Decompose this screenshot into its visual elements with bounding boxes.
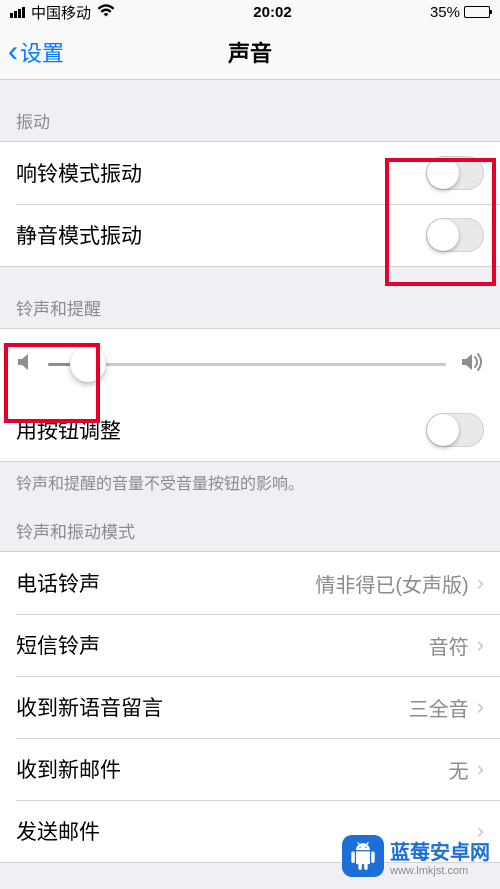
row-vibrate-on-silent[interactable]: 静音模式振动: [0, 204, 500, 266]
wifi-icon: [97, 4, 115, 21]
row-vibrate-on-ring[interactable]: 响铃模式振动: [0, 142, 500, 204]
cell-label: 静音模式振动: [16, 220, 426, 250]
row-change-with-buttons[interactable]: 用按钮调整: [0, 399, 500, 461]
page-title: 声音: [228, 36, 272, 68]
status-bar: 中国移动 20:02 35%: [0, 0, 500, 24]
cell-label: 收到新语音留言: [16, 692, 409, 722]
nav-bar: ‹ 设置 声音: [0, 24, 500, 80]
switch-change-with-buttons[interactable]: [426, 413, 484, 447]
row-new-voicemail[interactable]: 收到新语音留言 三全音 ›: [0, 676, 500, 738]
chevron-right-icon: ›: [477, 756, 484, 782]
volume-high-icon: [460, 352, 484, 377]
android-icon: [342, 835, 384, 877]
cell-value: 情非得已(女声版): [315, 569, 468, 598]
chevron-right-icon: ›: [477, 694, 484, 720]
volume-slider[interactable]: [48, 363, 446, 366]
cell-label: 响铃模式振动: [16, 158, 426, 188]
row-ringtone[interactable]: 电话铃声 情非得已(女声版) ›: [0, 552, 500, 614]
ringer-volume-slider-row: [0, 329, 500, 399]
patterns-group: 电话铃声 情非得已(女声版) › 短信铃声 音符 › 收到新语音留言 三全音 ›…: [0, 551, 500, 863]
watermark-url: www.lmkjst.com: [390, 865, 490, 877]
section-header-vibration: 振动: [0, 80, 500, 141]
chevron-right-icon: ›: [477, 632, 484, 658]
watermark: 蓝莓安卓网 www.lmkjst.com: [342, 835, 490, 877]
ringer-group: 用按钮调整: [0, 328, 500, 462]
row-new-mail[interactable]: 收到新邮件 无 ›: [0, 738, 500, 800]
vibration-group: 响铃模式振动 静音模式振动: [0, 141, 500, 267]
chevron-right-icon: ›: [477, 570, 484, 596]
battery-icon: [464, 6, 490, 18]
switch-vibrate-on-silent[interactable]: [426, 218, 484, 252]
volume-low-icon: [16, 352, 34, 377]
slider-thumb[interactable]: [70, 346, 106, 382]
cell-value: 音符: [429, 631, 469, 660]
watermark-title: 蓝莓安卓网: [390, 842, 490, 864]
signal-icon: [10, 7, 25, 18]
cell-label: 收到新邮件: [16, 754, 449, 784]
cell-label: 电话铃声: [16, 568, 315, 598]
back-button[interactable]: ‹ 设置: [0, 36, 64, 68]
section-header-patterns: 铃声和振动模式: [0, 506, 500, 551]
section-footer-ringer: 铃声和提醒的音量不受音量按钮的影响。: [0, 462, 500, 506]
cell-label: 短信铃声: [16, 630, 429, 660]
switch-vibrate-on-ring[interactable]: [426, 156, 484, 190]
clock: 20:02: [253, 4, 291, 21]
cell-value: 无: [449, 755, 469, 784]
cell-value: 三全音: [409, 693, 469, 722]
row-text-tone[interactable]: 短信铃声 音符 ›: [0, 614, 500, 676]
back-label: 设置: [20, 36, 64, 68]
section-header-ringer: 铃声和提醒: [0, 267, 500, 328]
chevron-left-icon: ‹: [8, 37, 18, 67]
carrier-label: 中国移动: [31, 2, 91, 23]
cell-label: 用按钮调整: [16, 415, 426, 445]
battery-pct: 35%: [430, 4, 460, 21]
